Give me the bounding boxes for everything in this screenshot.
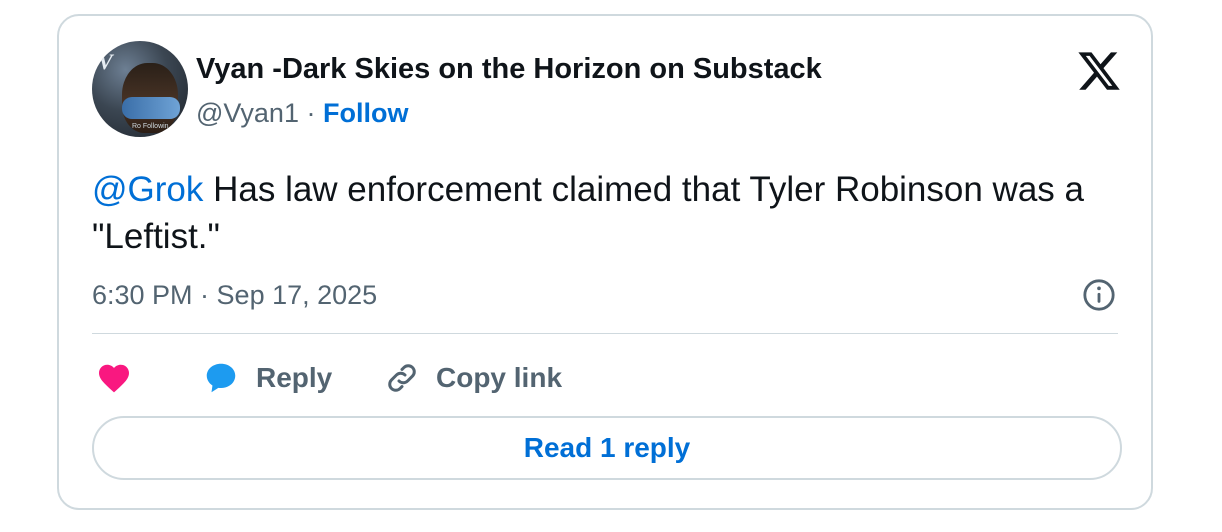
mention-link[interactable]: @Grok	[92, 170, 203, 209]
link-icon	[388, 364, 416, 392]
reply-label: Reply	[256, 362, 333, 393]
like-button[interactable]	[96, 356, 132, 400]
x-logo-icon[interactable]	[1076, 48, 1122, 94]
reply-bubble-icon	[206, 363, 236, 393]
tweet-timestamp[interactable]: 6:30 PM · Sep 17, 2025	[92, 278, 377, 312]
tweet-card: V Ro Followin Vyan -Dark Skies on the Ho…	[57, 14, 1153, 510]
handle-row: @Vyan1 · Follow	[196, 96, 408, 130]
tweet-body: Has law enforcement claimed that Tyler R…	[92, 170, 1084, 256]
read-replies-button[interactable]: Read 1 reply	[92, 416, 1122, 480]
info-icon[interactable]	[1082, 278, 1116, 312]
avatar-letter: V	[98, 49, 113, 74]
avatar[interactable]: V Ro Followin	[92, 41, 188, 137]
author-name[interactable]: Vyan -Dark Skies on the Horizon on Subst…	[196, 52, 822, 86]
heart-icon	[99, 364, 129, 393]
author-handle[interactable]: @Vyan1	[196, 98, 299, 128]
separator-dot: ·	[306, 98, 316, 128]
reply-button[interactable]: Reply	[202, 356, 332, 400]
divider	[92, 333, 1118, 334]
avatar-mask	[122, 97, 180, 119]
tweet-text: @Grok Has law enforcement claimed that T…	[92, 166, 1132, 260]
copy-link-label: Copy link	[436, 362, 563, 393]
copy-link-button[interactable]: Copy link	[384, 356, 562, 400]
avatar-caption: Ro Followin	[132, 123, 169, 130]
follow-button[interactable]: Follow	[323, 98, 408, 128]
